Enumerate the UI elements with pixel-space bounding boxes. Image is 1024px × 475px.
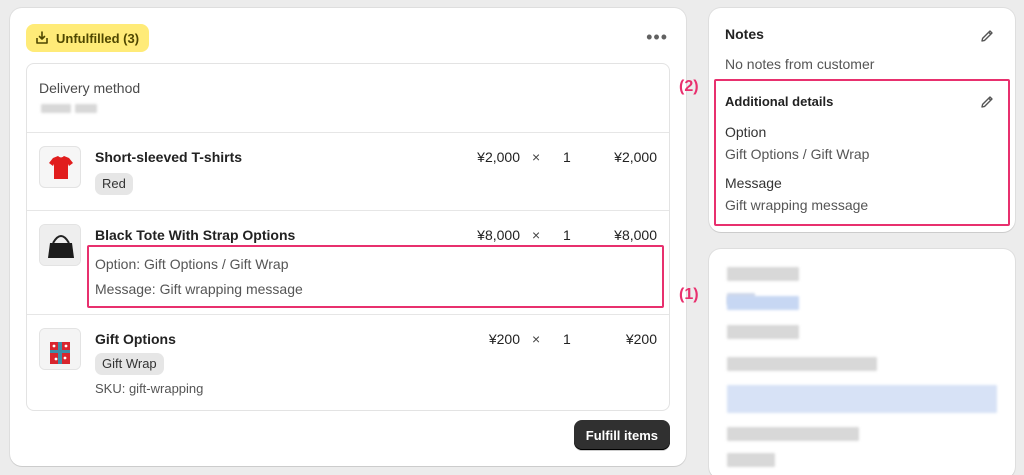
- product-thumbnail[interactable]: [39, 146, 81, 188]
- more-icon[interactable]: •••: [646, 28, 668, 46]
- redacted-text: [727, 325, 799, 339]
- highlight-box-2: [714, 79, 1010, 226]
- redacted-link: [727, 385, 997, 413]
- line-item: Gift Options Gift Wrap SKU: gift-wrappin…: [27, 314, 669, 410]
- delivery-method-value-redacted: [41, 104, 71, 113]
- pencil-icon[interactable]: [979, 28, 995, 44]
- customer-card-redacted: [709, 249, 1015, 475]
- redacted-text: [727, 453, 775, 467]
- redacted-link: [727, 296, 799, 310]
- redacted-text: [727, 427, 859, 441]
- times-sign: ×: [532, 149, 541, 165]
- times-sign: ×: [532, 331, 541, 347]
- product-thumbnail[interactable]: [39, 328, 81, 370]
- unit-price: ¥200: [488, 331, 520, 347]
- redacted-text: [727, 357, 877, 371]
- delivery-method: Delivery method: [27, 64, 669, 132]
- unfulfilled-card: Unfulfilled (3) ••• Delivery method Shor…: [10, 8, 686, 466]
- quantity: 1: [563, 227, 571, 243]
- annotation-label-1: (1): [679, 286, 699, 303]
- product-name[interactable]: Short-sleeved T-shirts: [95, 149, 242, 165]
- line-total: ¥2,000: [614, 149, 657, 165]
- delivery-method-value-redacted: [75, 104, 97, 113]
- unfulfilled-icon: [36, 31, 48, 44]
- product-thumbnail[interactable]: [39, 224, 81, 266]
- line-total: ¥200: [625, 331, 657, 347]
- line-items-panel: Delivery method Short-sleeved T-shirts R…: [26, 63, 670, 411]
- gift-box-image: [40, 329, 80, 369]
- product-name[interactable]: Gift Options: [95, 331, 176, 347]
- fulfill-items-button[interactable]: Fulfill items: [573, 420, 670, 450]
- quantity: 1: [563, 149, 571, 165]
- unit-price: ¥8,000: [477, 227, 520, 243]
- tote-image: [40, 225, 80, 265]
- line-item: Short-sleeved T-shirts Red ¥2,000 × 1 ¥2…: [27, 132, 669, 210]
- unfulfilled-badge: Unfulfilled (3): [26, 24, 150, 52]
- variant-tag: Red: [95, 173, 133, 195]
- annotation-label-2: (2): [679, 78, 699, 95]
- notes-title: Notes: [725, 26, 764, 42]
- unit-price: ¥2,000: [477, 149, 520, 165]
- highlight-box-1: [87, 245, 664, 308]
- variant-tag: Gift Wrap: [95, 353, 164, 375]
- product-name[interactable]: Black Tote With Strap Options: [95, 227, 295, 243]
- delivery-method-label: Delivery method: [39, 80, 141, 96]
- sku-text: SKU: gift-wrapping: [95, 381, 204, 396]
- notes-empty-text: No notes from customer: [725, 56, 875, 72]
- quantity: 1: [563, 331, 571, 347]
- times-sign: ×: [532, 227, 541, 243]
- line-total: ¥8,000: [614, 227, 657, 243]
- unfulfilled-label: Unfulfilled (3): [56, 30, 140, 46]
- tshirt-image: [49, 156, 73, 179]
- redacted-text: [727, 267, 799, 281]
